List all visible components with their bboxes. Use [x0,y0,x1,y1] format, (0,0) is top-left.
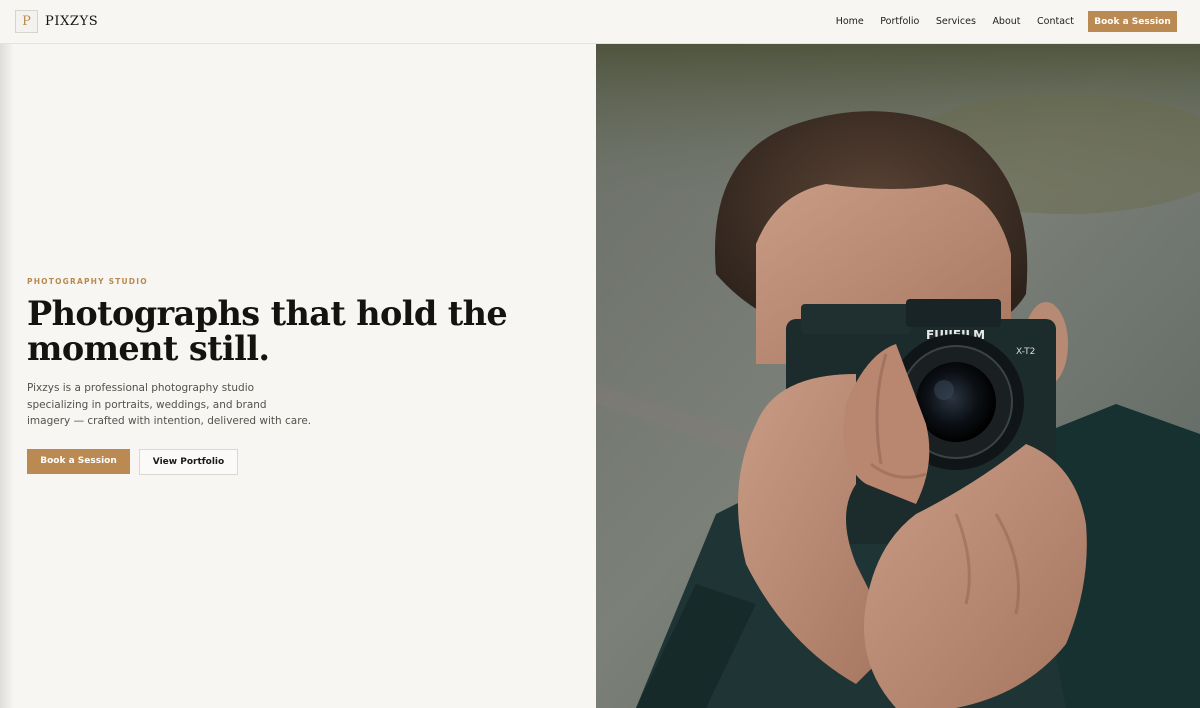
page-edge-shadow [0,0,14,708]
site-header: P PIXZYS Home Portfolio Services About C… [0,0,1200,44]
main-nav: Home Portfolio Services About Contact Bo… [819,11,1177,32]
brand-name: PIXZYS [45,14,99,29]
brand-mark: P [15,10,38,33]
nav-contact[interactable]: Contact [1037,16,1074,27]
nav-about[interactable]: About [992,16,1020,27]
camera-model: X-T2 [1016,347,1035,357]
nav-services[interactable]: Services [936,16,976,27]
hero-actions: Book a Session View Portfolio [27,448,587,475]
hero-description: Pixzys is a professional photography stu… [27,382,312,427]
brand-logo[interactable]: P PIXZYS [15,10,98,33]
photographer-image: FUJIFILM X-T2 [596,44,1200,708]
nav-home[interactable]: Home [836,16,864,27]
book-session-button[interactable]: Book a Session [27,448,130,474]
view-portfolio-button[interactable]: View Portfolio [139,448,238,475]
hero-photo: FUJIFILM X-T2 [596,44,1200,708]
nav-portfolio[interactable]: Portfolio [880,16,919,27]
header-book-session-button[interactable]: Book a Session [1088,11,1177,32]
hero-headline: Photographs that hold the moment still. [27,294,508,368]
hero-eyebrow: PHOTOGRAPHY STUDIO [27,277,148,286]
hero-content: PHOTOGRAPHY STUDIO Photographs that hold… [27,277,587,475]
